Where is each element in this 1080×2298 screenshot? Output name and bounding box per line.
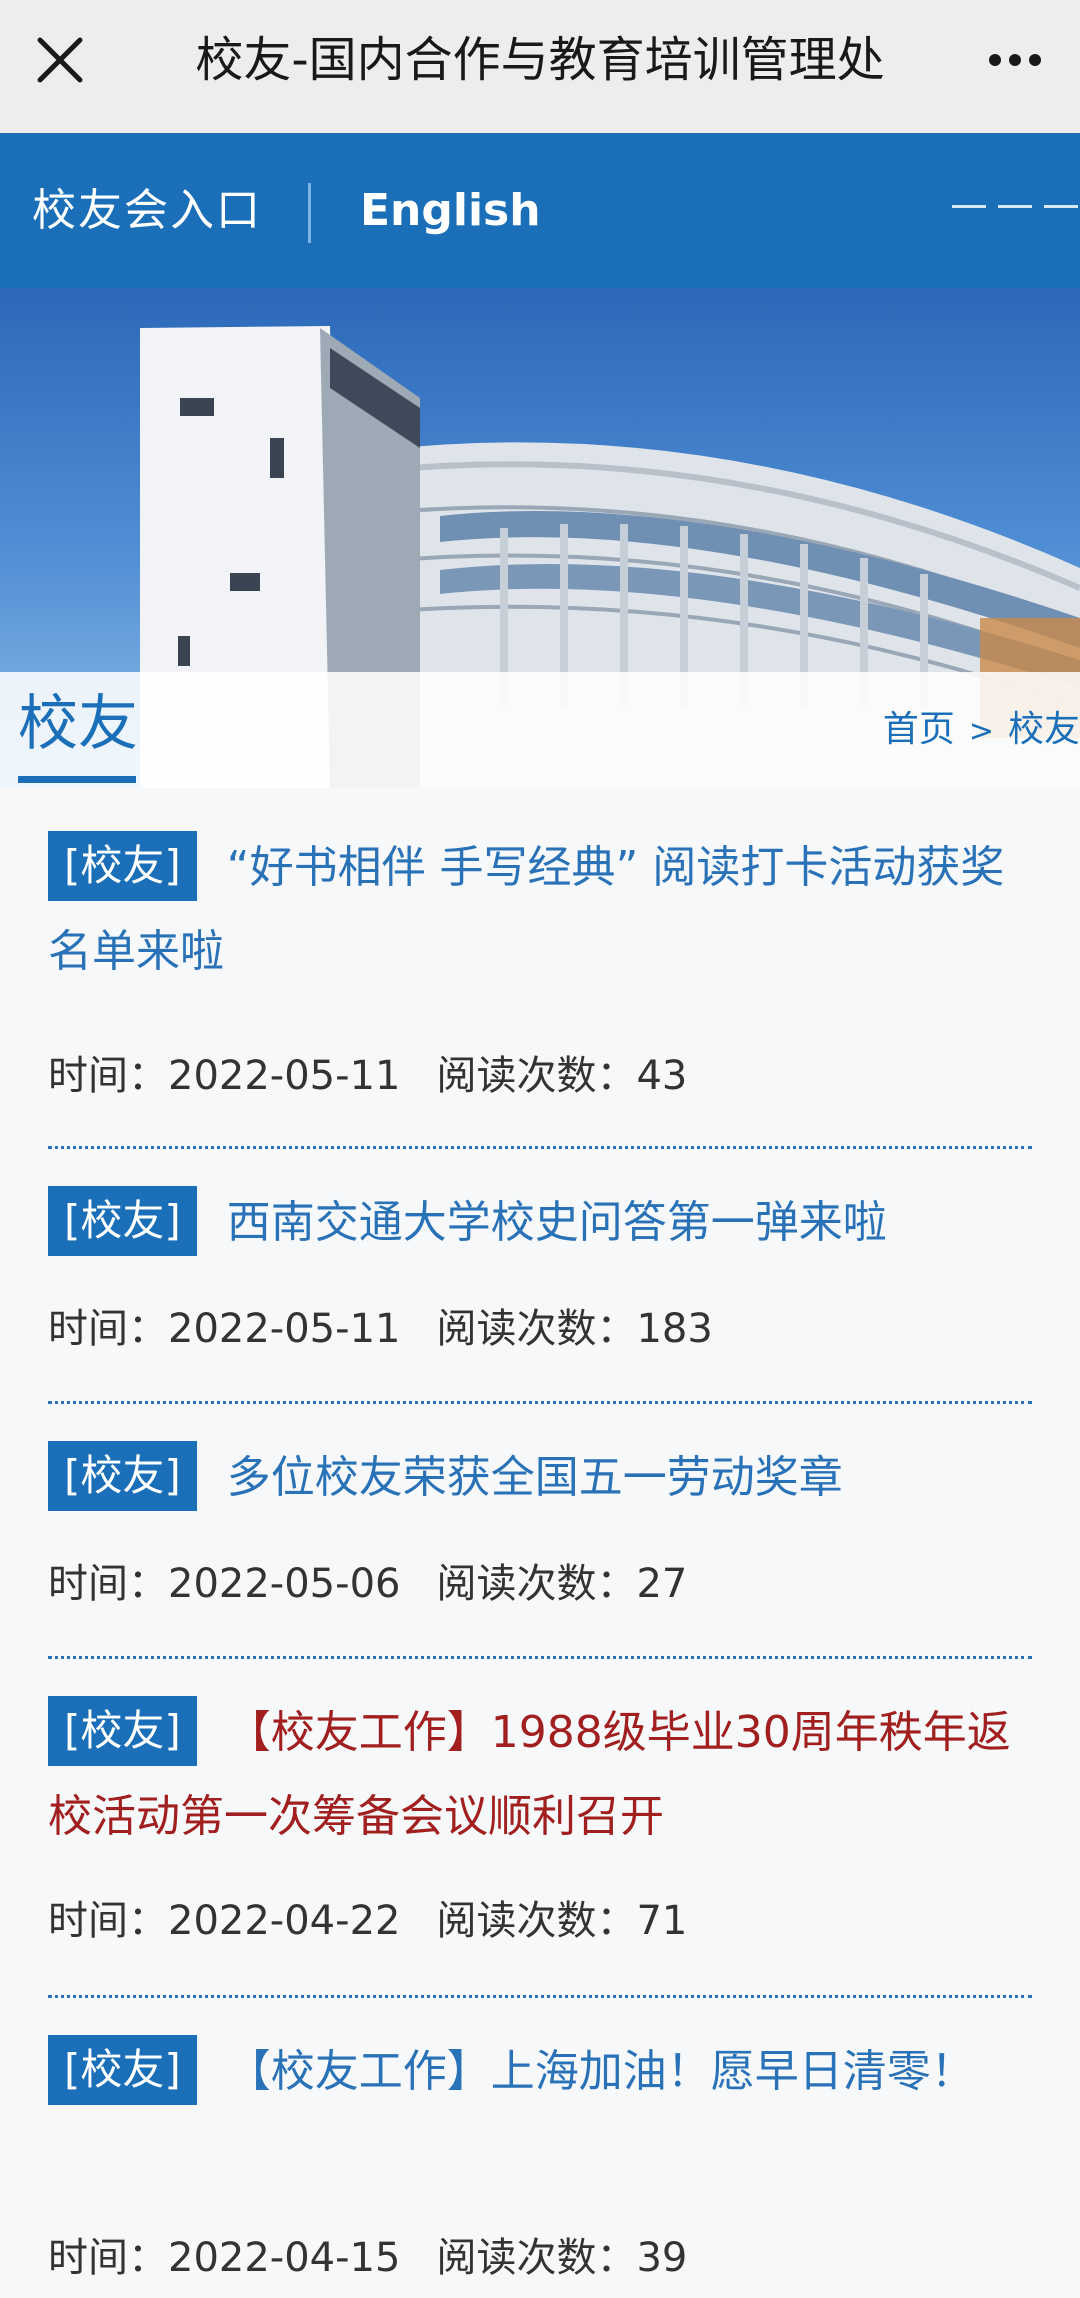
views-label: 阅读次数：: [436, 1053, 637, 1099]
news-date: 2022-05-11: [168, 1053, 401, 1099]
nav-divider: [308, 183, 311, 243]
news-meta: 时间：2022-04-15 阅读次数：39: [48, 2228, 687, 2288]
news-item[interactable]: [校友] “好书相伴 手写经典” 阅读打卡活动获奖名单来啦 时间：2022-05-…: [48, 788, 1032, 1149]
views-label: 阅读次数：: [436, 2235, 637, 2281]
section-title: 校友: [18, 689, 138, 759]
news-headline[interactable]: [校友] 【校友工作】上海加油！愿早日清零！: [48, 2030, 1032, 2114]
news-list: [校友] “好书相伴 手写经典” 阅读打卡活动获奖名单来啦 时间：2022-05-…: [48, 788, 1032, 2298]
news-category-tag: [校友]: [48, 1186, 197, 1256]
news-headline[interactable]: [校友] “好书相伴 手写经典” 阅读打卡活动获奖名单来啦: [48, 826, 1032, 994]
english-link[interactable]: English: [360, 133, 541, 288]
news-meta: 时间：2022-05-11 阅读次数：183: [48, 1299, 713, 1359]
news-category-tag: [校友]: [48, 1696, 197, 1766]
news-meta: 时间：2022-04-22 阅读次数：71: [48, 1891, 687, 1951]
news-item[interactable]: [校友] 西南交通大学校史问答第一弹来啦 时间：2022-05-11 阅读次数：18…: [48, 1149, 1032, 1404]
section-title-underline: [18, 776, 136, 783]
views-label: 阅读次数：: [436, 1561, 637, 1607]
time-label: 时间：: [48, 1898, 168, 1944]
news-view-count: 43: [636, 1053, 688, 1099]
news-view-count: 27: [636, 1561, 688, 1607]
window-title: 校友-国内合作与教育培训管理处: [195, 32, 885, 88]
news-date: 2022-04-15: [168, 2235, 401, 2281]
news-item[interactable]: [校友] 【校友工作】1988级毕业30周年秩年返校活动第一次筹备会议顺利召开 时…: [48, 1659, 1032, 1998]
news-date: 2022-04-22: [168, 1898, 401, 1944]
time-label: 时间：: [48, 1561, 168, 1607]
webview-top-bar: 校友-国内合作与教育培训管理处: [0, 0, 1080, 133]
views-label: 阅读次数：: [436, 1306, 637, 1352]
breadcrumb-home-link[interactable]: 首页: [883, 709, 955, 750]
menu-icon[interactable]: [952, 205, 1080, 211]
breadcrumb: 首页 > 校友: [883, 702, 1080, 760]
more-icon[interactable]: [980, 34, 1050, 86]
news-title[interactable]: 【校友工作】上海加油！愿早日清零！: [227, 2046, 975, 2097]
news-title[interactable]: 多位校友荣获全国五一劳动奖章: [227, 1452, 843, 1503]
news-headline[interactable]: [校友] 【校友工作】1988级毕业30周年秩年返校活动第一次筹备会议顺利召开: [48, 1691, 1032, 1859]
views-label: 阅读次数：: [436, 1898, 637, 1944]
news-view-count: 39: [636, 2235, 688, 2281]
news-category-tag: [校友]: [48, 1441, 197, 1511]
news-title[interactable]: 西南交通大学校史问答第一弹来啦: [227, 1197, 887, 1248]
news-headline[interactable]: [校友] 多位校友荣获全国五一劳动奖章: [48, 1436, 1032, 1520]
news-category-tag: [校友]: [48, 2035, 197, 2105]
news-item[interactable]: [校友] 多位校友荣获全国五一劳动奖章 时间：2022-05-06 阅读次数：27: [48, 1404, 1032, 1659]
time-label: 时间：: [48, 1306, 168, 1352]
section-header: 校友 首页 > 校友: [0, 672, 1080, 788]
alumni-association-entry-link[interactable]: 校友会入口: [32, 133, 262, 288]
news-date: 2022-05-11: [168, 1306, 401, 1352]
breadcrumb-separator: >: [968, 714, 994, 749]
news-view-count: 71: [636, 1898, 688, 1944]
news-date: 2022-05-06: [168, 1561, 401, 1607]
time-label: 时间：: [48, 2235, 168, 2281]
time-label: 时间：: [48, 1053, 168, 1099]
news-item[interactable]: [校友] 【校友工作】上海加油！愿早日清零！ 时间：2022-04-15 阅读次数：…: [48, 1998, 1032, 2298]
news-meta: 时间：2022-05-06 阅读次数：27: [48, 1554, 687, 1614]
close-icon[interactable]: [28, 28, 92, 92]
news-meta: 时间：2022-05-11 阅读次数：43: [48, 1046, 687, 1106]
news-view-count: 183: [636, 1306, 713, 1352]
news-headline[interactable]: [校友] 西南交通大学校史问答第一弹来啦: [48, 1181, 1032, 1265]
site-nav-bar: 校友会入口 English: [0, 133, 1080, 288]
breadcrumb-current: 校友: [1007, 709, 1080, 750]
news-category-tag: [校友]: [48, 831, 197, 901]
